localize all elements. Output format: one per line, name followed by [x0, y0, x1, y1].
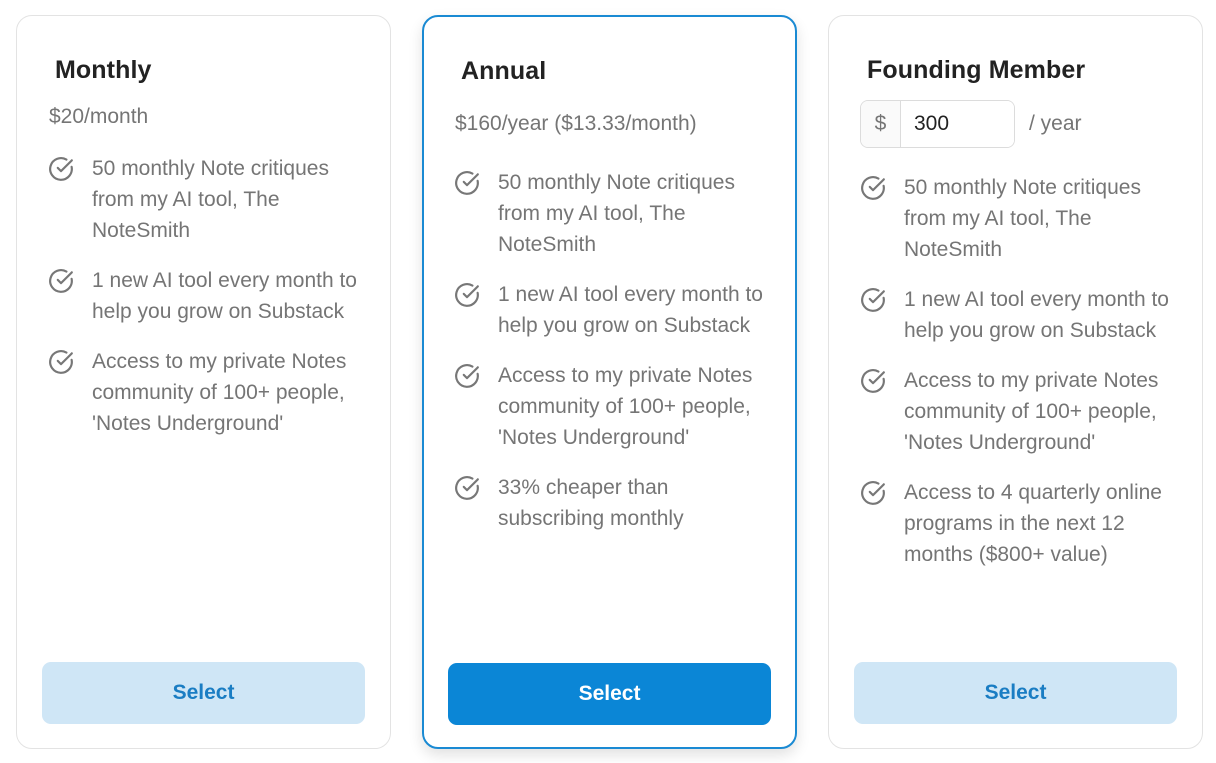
check-circle-icon [861, 288, 885, 312]
feature-text: 50 monthly Note critiques from my AI too… [904, 176, 1141, 261]
select-monthly-button[interactable]: Select [42, 662, 365, 724]
feature-text: 50 monthly Note critiques from my AI too… [498, 171, 735, 256]
amount-input[interactable] [901, 101, 1014, 147]
select-founding-member-button[interactable]: Select [854, 662, 1177, 724]
feature-item: Access to 4 quarterly online programs in… [860, 477, 1182, 570]
plan-title: Monthly [55, 56, 152, 84]
plan-price: $160/year ($13.33/month) [455, 112, 697, 135]
feature-text: Access to 4 quarterly online programs in… [904, 481, 1162, 566]
feature-text: Access to my private Notes community of … [904, 369, 1159, 454]
amount-row: $ / year [860, 100, 1082, 148]
feature-item: 50 monthly Note critiques from my AI too… [48, 153, 370, 246]
plan-card-annual[interactable]: Annual $160/year ($13.33/month) 50 month… [422, 15, 797, 749]
check-circle-icon [455, 171, 479, 195]
plan-title: Annual [461, 57, 547, 85]
plan-card-founding-member[interactable]: Founding Member $ / year 50 monthly Note… [828, 15, 1203, 749]
feature-list: 50 monthly Note critiques from my AI too… [48, 153, 370, 458]
feature-text: 1 new AI tool every month to help you gr… [498, 283, 763, 337]
feature-item: 1 new AI tool every month to help you gr… [454, 279, 775, 341]
plan-price: $20/month [49, 105, 149, 128]
feature-item: 33% cheaper than subscribing monthly [454, 472, 775, 534]
check-circle-icon [861, 369, 885, 393]
feature-item: Access to my private Notes community of … [454, 360, 775, 453]
select-annual-button[interactable]: Select [448, 663, 771, 725]
feature-text: 33% cheaper than subscribing monthly [498, 476, 684, 530]
check-circle-icon [49, 350, 73, 374]
feature-text: Access to my private Notes community of … [498, 364, 753, 449]
feature-item: 50 monthly Note critiques from my AI too… [860, 172, 1182, 265]
feature-item: 50 monthly Note critiques from my AI too… [454, 167, 775, 260]
feature-item: Access to my private Notes community of … [860, 365, 1182, 458]
feature-item: Access to my private Notes community of … [48, 346, 370, 439]
currency-symbol: $ [861, 101, 901, 147]
check-circle-icon [455, 283, 479, 307]
check-circle-icon [49, 157, 73, 181]
feature-list: 50 monthly Note critiques from my AI too… [860, 172, 1182, 589]
feature-item: 1 new AI tool every month to help you gr… [48, 265, 370, 327]
feature-list: 50 monthly Note critiques from my AI too… [454, 167, 775, 553]
check-circle-icon [49, 269, 73, 293]
feature-text: 1 new AI tool every month to help you gr… [904, 288, 1169, 342]
amount-field[interactable]: $ [860, 100, 1015, 148]
feature-text: 50 monthly Note critiques from my AI too… [92, 157, 329, 242]
check-circle-icon [861, 176, 885, 200]
feature-item: 1 new AI tool every month to help you gr… [860, 284, 1182, 346]
check-circle-icon [861, 481, 885, 505]
check-circle-icon [455, 476, 479, 500]
check-circle-icon [455, 364, 479, 388]
plan-title: Founding Member [867, 56, 1086, 84]
feature-text: Access to my private Notes community of … [92, 350, 347, 435]
plan-card-monthly[interactable]: Monthly $20/month 50 monthly Note critiq… [16, 15, 391, 749]
amount-period: / year [1029, 112, 1082, 135]
feature-text: 1 new AI tool every month to help you gr… [92, 269, 357, 323]
